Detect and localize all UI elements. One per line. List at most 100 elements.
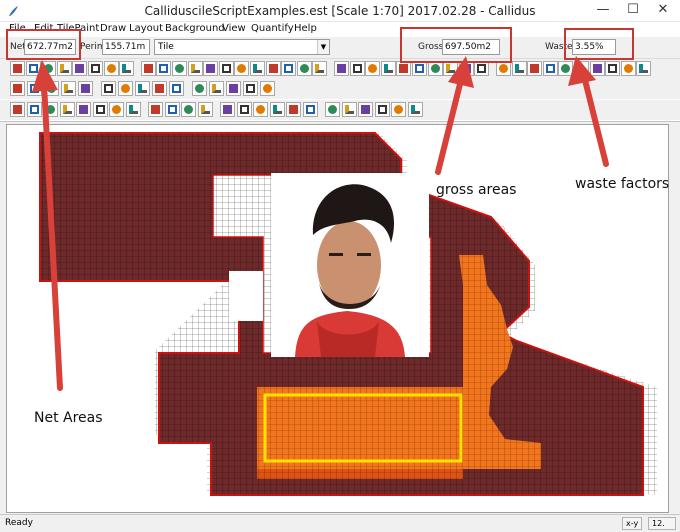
pen-icon[interactable]: [103, 61, 119, 76]
brush-icon[interactable]: [226, 81, 241, 96]
rotate-icon[interactable]: [218, 61, 234, 76]
calc-icon[interactable]: [286, 102, 301, 117]
house-icon[interactable]: [169, 81, 184, 96]
save-as-icon[interactable]: [59, 102, 75, 117]
snap-icon[interactable]: [334, 61, 349, 76]
paste-icon[interactable]: [203, 61, 219, 76]
magic-icon[interactable]: [349, 61, 365, 76]
open-icon[interactable]: [26, 102, 42, 117]
undo-icon[interactable]: [148, 102, 163, 117]
half-tile-icon[interactable]: [558, 61, 574, 76]
status-text: Ready: [5, 518, 33, 528]
node-icon[interactable]: [101, 81, 116, 96]
export-icon[interactable]: [253, 102, 268, 117]
print-icon[interactable]: [92, 102, 108, 117]
forward-icon[interactable]: [358, 102, 373, 117]
menu-background[interactable]: Background: [165, 23, 225, 34]
diagonal-icon[interactable]: [135, 81, 150, 96]
sigma-icon[interactable]: [374, 102, 390, 117]
line-icon[interactable]: [10, 81, 25, 96]
frame-icon[interactable]: [589, 61, 605, 76]
split-icon[interactable]: [496, 61, 511, 76]
back-icon[interactable]: [474, 61, 490, 76]
layer-down-icon[interactable]: [427, 61, 443, 76]
number-icon[interactable]: [140, 61, 156, 76]
tiles-icon[interactable]: [197, 102, 213, 117]
layer-icon[interactable]: [119, 61, 135, 76]
mirror-icon[interactable]: [234, 61, 250, 76]
close-button[interactable]: ✕: [648, 0, 678, 22]
warp-icon[interactable]: [260, 81, 275, 96]
menu-edit[interactable]: Edit: [34, 23, 53, 34]
move-icon[interactable]: [172, 61, 187, 76]
grid-icon[interactable]: [396, 61, 412, 76]
menu-help[interactable]: Help: [294, 23, 317, 34]
fill-icon[interactable]: [72, 61, 88, 76]
copy-icon[interactable]: [187, 61, 203, 76]
menu-file[interactable]: File: [9, 23, 26, 34]
adjust-icon[interactable]: [636, 61, 652, 76]
align-icon[interactable]: [443, 61, 459, 76]
group-icon[interactable]: [265, 61, 281, 76]
new-icon[interactable]: [10, 102, 25, 117]
save-icon[interactable]: [43, 102, 58, 117]
arc-icon[interactable]: [250, 61, 265, 76]
red-tile-icon[interactable]: [620, 61, 636, 76]
select-icon[interactable]: [156, 61, 172, 76]
menu-tilepaint[interactable]: TilePaint: [57, 23, 99, 34]
ungroup-icon[interactable]: [281, 61, 297, 76]
merge-icon[interactable]: [511, 61, 527, 76]
palette-icon[interactable]: [181, 102, 196, 117]
chevron-down-icon[interactable]: ▼: [317, 40, 329, 54]
minimize-button[interactable]: —: [588, 0, 618, 22]
menu-quantify[interactable]: Quantify: [251, 23, 294, 34]
pdf-icon[interactable]: [109, 102, 124, 117]
trim-icon[interactable]: [78, 81, 93, 96]
layer-up-icon[interactable]: [412, 61, 427, 76]
square-icon[interactable]: [44, 81, 59, 96]
portrait-photo: [271, 173, 429, 357]
paint-tile-icon[interactable]: [25, 61, 41, 76]
step-icon[interactable]: [341, 102, 357, 117]
polygon-icon[interactable]: [61, 81, 76, 96]
material-select[interactable]: Tile ▼: [154, 39, 330, 55]
eraser-icon[interactable]: [10, 61, 25, 76]
maximize-button[interactable]: ☐: [618, 0, 648, 22]
wand-icon[interactable]: [365, 61, 381, 76]
image-icon[interactable]: [152, 81, 167, 96]
waste-factor-field[interactable]: 3.55%: [572, 39, 616, 55]
stack-icon[interactable]: [312, 61, 328, 76]
play-icon[interactable]: [325, 102, 340, 117]
library-icon[interactable]: [220, 102, 235, 117]
cut-tile-icon[interactable]: [542, 61, 558, 76]
record-icon[interactable]: [391, 102, 406, 117]
menu-draw[interactable]: Draw: [100, 23, 126, 34]
tile-icon[interactable]: [527, 61, 543, 76]
layers-icon[interactable]: [236, 102, 252, 117]
waste-icon[interactable]: [605, 61, 621, 76]
lock-icon[interactable]: [380, 61, 396, 76]
script-icon[interactable]: [407, 102, 423, 117]
front-icon[interactable]: [458, 61, 474, 76]
rectangle-icon[interactable]: [41, 61, 57, 76]
net-area-field[interactable]: 672.77m2: [24, 39, 76, 55]
redo-icon[interactable]: [164, 102, 180, 117]
polyline-icon[interactable]: [27, 81, 42, 96]
drawing-canvas[interactable]: [6, 124, 669, 513]
menu-layout[interactable]: Layout: [129, 23, 163, 34]
find-icon[interactable]: [302, 102, 318, 117]
preview-icon[interactable]: [76, 102, 91, 117]
report-icon[interactable]: [269, 102, 285, 117]
perimeter-field[interactable]: 155.71m: [102, 39, 150, 55]
flag-icon[interactable]: [192, 81, 207, 96]
colour-icon[interactable]: [296, 61, 312, 76]
circle-icon[interactable]: [56, 61, 72, 76]
gross-area-field[interactable]: 697.50m2: [442, 39, 500, 55]
menu-view[interactable]: View: [222, 23, 246, 34]
zoom-in-icon[interactable]: [125, 102, 141, 117]
rect-tool-icon[interactable]: [118, 81, 133, 96]
loop-icon[interactable]: [243, 81, 258, 96]
text-icon[interactable]: [88, 61, 103, 76]
measure-icon[interactable]: [574, 61, 589, 76]
pattern-icon[interactable]: [209, 81, 224, 96]
